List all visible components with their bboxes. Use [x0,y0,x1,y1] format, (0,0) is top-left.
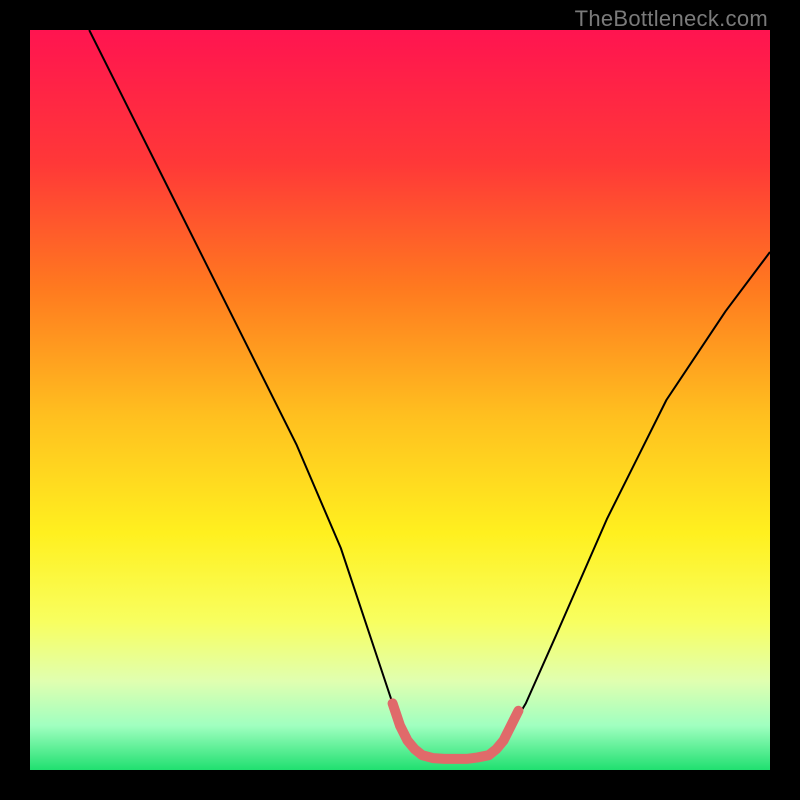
chart-svg [30,30,770,770]
chart-background [30,30,770,770]
chart-area [30,30,770,770]
watermark-text: TheBottleneck.com [575,6,768,32]
